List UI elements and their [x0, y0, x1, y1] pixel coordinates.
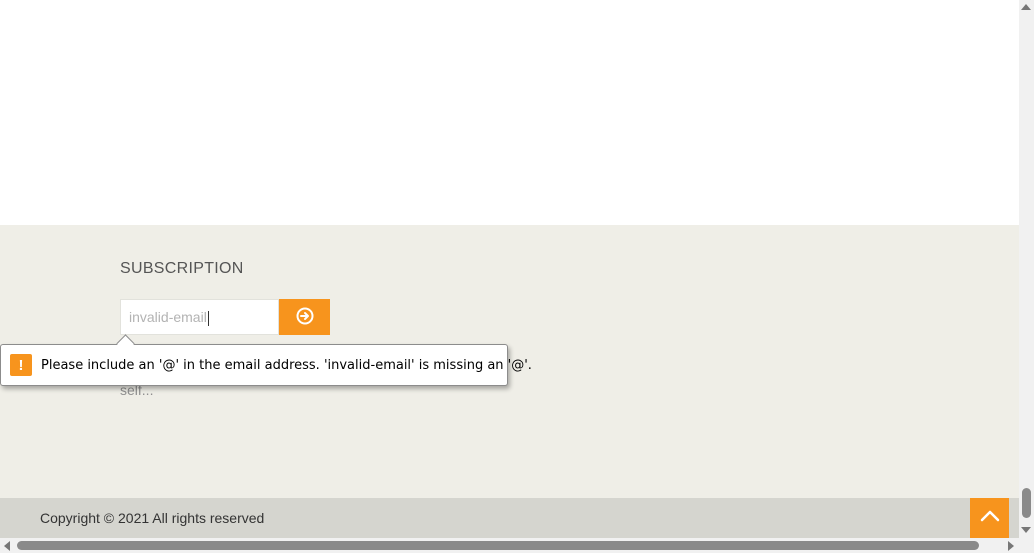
arrow-circle-right-icon: [296, 307, 314, 328]
subscribe-button[interactable]: [279, 299, 330, 335]
vertical-scroll-thumb[interactable]: [1022, 488, 1031, 518]
validation-message: Please include an '@' in the email addre…: [41, 357, 532, 373]
horizontal-scroll-thumb[interactable]: [17, 541, 979, 550]
copyright-text: Copyright © 2021 All rights reserved: [40, 510, 265, 526]
email-input[interactable]: invalid-email: [120, 299, 279, 335]
scroll-up-arrow-icon[interactable]: [1021, 4, 1031, 10]
content-area: [0, 0, 1019, 225]
chevron-up-icon: [980, 509, 1000, 527]
email-input-value: invalid-email: [129, 309, 207, 325]
scroll-down-arrow-icon[interactable]: [1021, 527, 1031, 533]
validation-tooltip: ! Please include an '@' in the email add…: [0, 344, 532, 386]
exclamation-icon: !: [10, 354, 32, 376]
back-to-top-button[interactable]: [970, 498, 1009, 538]
subscription-heading: SUBSCRIPTION: [120, 260, 244, 277]
scrollbar-corner: [1019, 538, 1034, 553]
vertical-scrollbar[interactable]: [1019, 0, 1034, 538]
scroll-right-arrow-icon[interactable]: [1008, 541, 1014, 551]
scroll-left-arrow-icon[interactable]: [4, 541, 10, 551]
text-caret: [207, 310, 209, 326]
